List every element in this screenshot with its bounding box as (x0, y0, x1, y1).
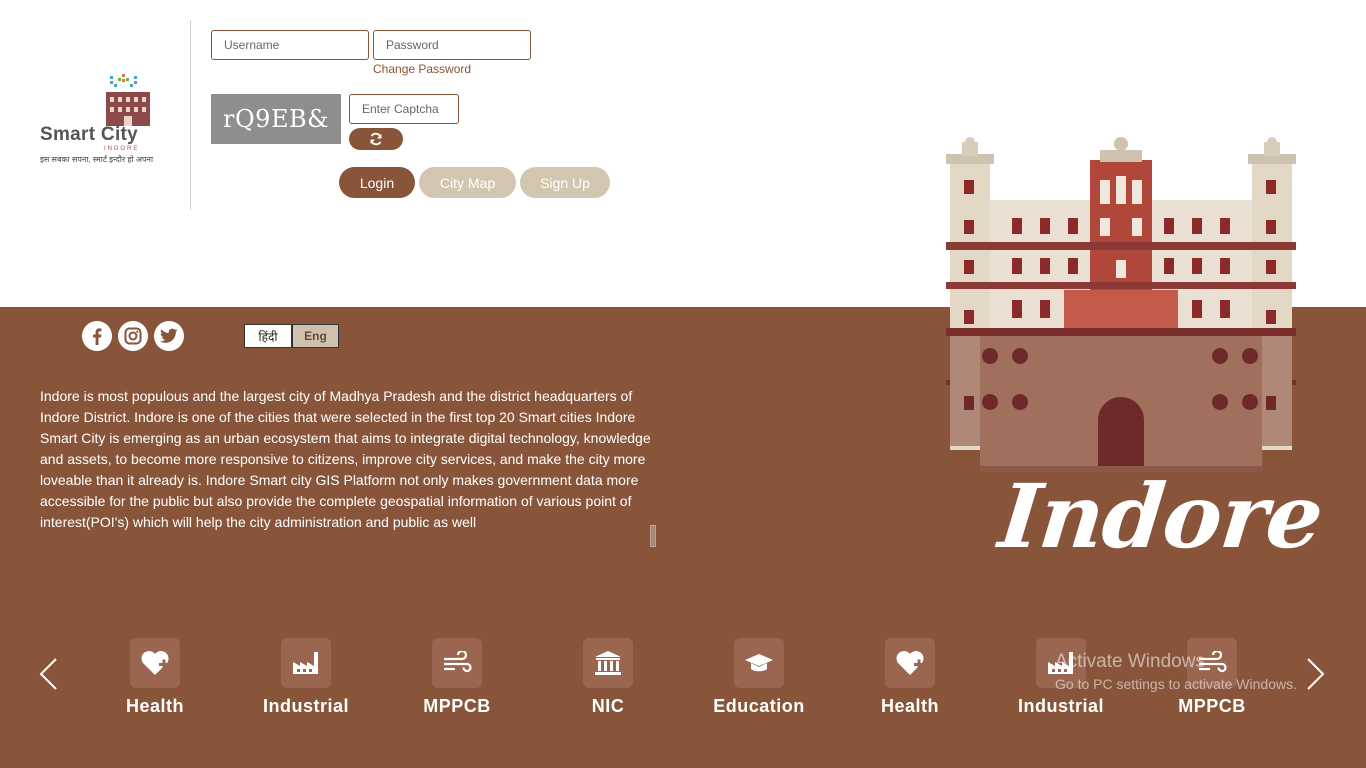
sign-up-button[interactable]: Sign Up (520, 167, 610, 198)
institution-icon (595, 651, 621, 675)
instagram-icon (124, 327, 142, 345)
watermark-subtitle: Go to PC settings to activate Windows. (1055, 676, 1297, 692)
city-name-title: Indore (994, 464, 1328, 568)
category-label: Industrial (1017, 696, 1104, 716)
category-industrial[interactable]: Industrial (236, 638, 376, 718)
facebook-link[interactable] (82, 321, 112, 351)
logo-city-text: INDORE (104, 146, 140, 152)
change-password-link[interactable]: Change Password (373, 62, 471, 76)
category-label: Industrial (262, 696, 349, 716)
logo-tagline: इस सबका सपना, स्मार्ट इन्दौर हो अपना (40, 155, 154, 164)
captcha-image: rQ9EB& (211, 94, 341, 144)
captcha-input[interactable] (349, 94, 459, 124)
login-button[interactable]: Login (339, 167, 415, 198)
description-scrollbar[interactable] (650, 525, 656, 547)
carousel-prev-button[interactable] (34, 654, 64, 694)
twitter-link[interactable] (154, 321, 184, 351)
carousel-next-button[interactable] (1300, 654, 1330, 694)
logo-brand-text: Smart City (40, 124, 139, 145)
facebook-icon (93, 328, 102, 345)
twitter-icon (160, 328, 178, 343)
chevron-right-icon (1307, 658, 1325, 690)
password-input[interactable] (373, 30, 531, 60)
factory-icon (293, 652, 318, 674)
category-label: Education (713, 696, 805, 716)
city-map-button[interactable]: City Map (419, 167, 516, 198)
instagram-link[interactable] (118, 321, 148, 351)
category-label: Health (125, 696, 184, 716)
category-nic[interactable]: NIC (538, 638, 678, 718)
category-health[interactable]: Health (85, 638, 225, 718)
smart-city-logo: Smart City INDORE इस सबका सपना, स्मार्ट … (38, 72, 153, 167)
category-label: NIC (591, 696, 625, 716)
category-education[interactable]: Education (689, 638, 829, 718)
category-mppcb[interactable]: MPPCB (387, 638, 527, 718)
header-divider (190, 20, 191, 210)
logo-emblem-icon (106, 74, 150, 126)
watermark-title: Activate Windows (1055, 651, 1205, 672)
graduation-cap-icon (745, 654, 773, 672)
wind-icon (444, 651, 472, 673)
heart-plus-icon (141, 651, 169, 675)
city-description: Indore is most populous and the largest … (40, 388, 651, 530)
heart-plus-icon (896, 651, 924, 675)
language-hindi-button[interactable]: हिंदी (244, 324, 292, 348)
category-health[interactable]: Health (840, 638, 980, 718)
language-english-button[interactable]: Eng (292, 324, 339, 348)
category-label: MPPCB (423, 696, 491, 716)
captcha-refresh-button[interactable] (349, 128, 403, 150)
refresh-icon (370, 132, 382, 146)
chevron-left-icon (39, 658, 57, 690)
category-label: MPPCB (1178, 696, 1246, 716)
rajwada-palace-illustration (946, 137, 1296, 472)
windows-activation-watermark: Activate Windows Go to PC settings to ac… (1055, 651, 1297, 692)
username-input[interactable] (211, 30, 369, 60)
category-label: Health (880, 696, 939, 716)
